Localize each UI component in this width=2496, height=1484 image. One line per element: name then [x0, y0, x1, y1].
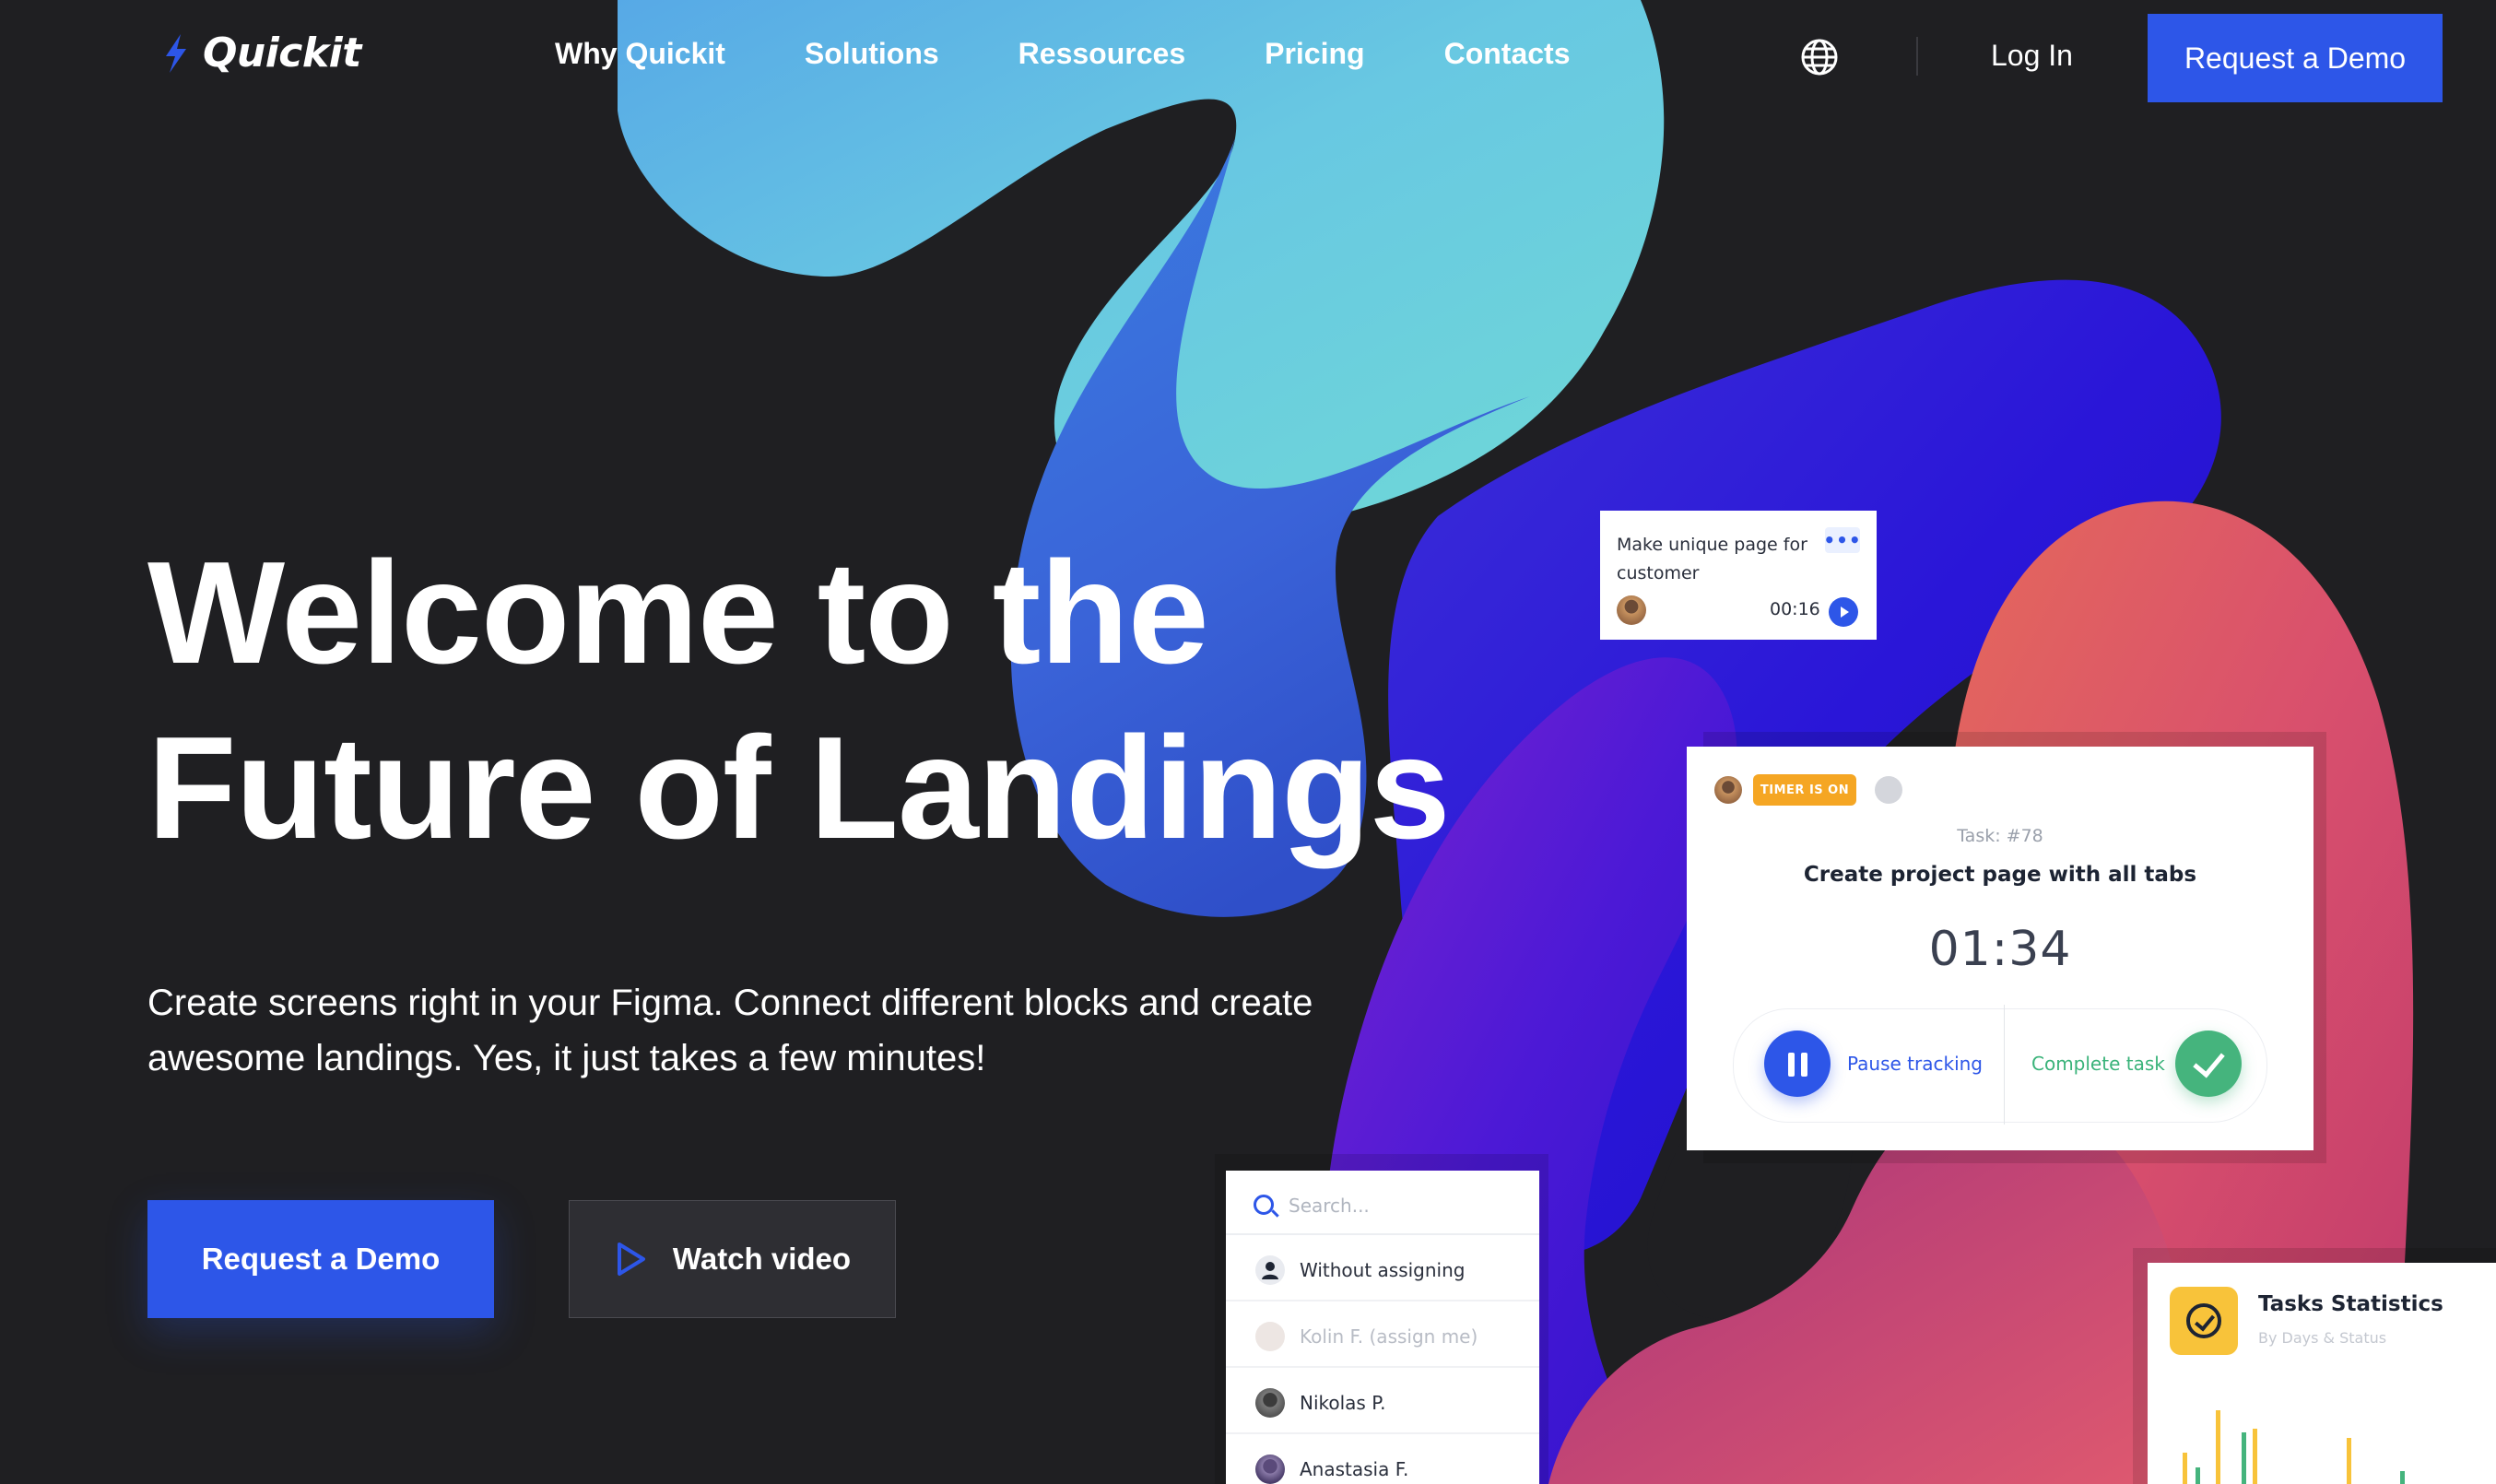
- chart-bar: [2253, 1429, 2257, 1484]
- list-item-label: Kolin F. (assign me): [1300, 1325, 1478, 1348]
- header-request-demo-button[interactable]: Request a Demo: [2148, 14, 2443, 102]
- nav-link-contacts[interactable]: Contacts: [1444, 37, 1571, 71]
- timer-status-badge: TIMER IS ON: [1753, 774, 1856, 806]
- controls-divider: [2004, 1005, 2005, 1125]
- list-item[interactable]: Kolin F. (assign me): [1226, 1301, 1539, 1368]
- task-title: Create project page with all tabs: [1803, 863, 2197, 887]
- timer-display: 01:34: [1928, 922, 2072, 977]
- chart-bar: [2347, 1438, 2351, 1484]
- hero-subtitle: Create screens right in your Figma. Conn…: [147, 975, 1419, 1086]
- brand-logo[interactable]: Quickit: [162, 29, 361, 77]
- avatar-placeholder: [1875, 776, 1902, 804]
- hero-title: Welcome to the Future of Landings: [147, 525, 1622, 876]
- search-placeholder: Search...: [1289, 1195, 1370, 1217]
- avatar: [1255, 1322, 1285, 1351]
- avatar: [1255, 1455, 1285, 1484]
- more-options-icon[interactable]: •••: [1823, 527, 1861, 553]
- checkmark-icon[interactable]: [2175, 1031, 2242, 1097]
- watch-video-label: Watch video: [672, 1242, 852, 1276]
- landing-page: Quickit Why Quickit Solutions Ressources…: [0, 0, 2496, 1484]
- list-item[interactable]: Nikolas P.: [1226, 1368, 1539, 1434]
- nav-link-solutions[interactable]: Solutions: [805, 37, 939, 71]
- task-mini-time: 00:16: [1770, 599, 1820, 619]
- hero-request-demo-button[interactable]: Request a Demo: [147, 1200, 494, 1318]
- hero-title-line-1: Welcome to the: [147, 532, 1209, 694]
- mini-bar-chart: [2183, 1410, 2405, 1484]
- main-nav: Why Quickit Solutions Ressources Pricing…: [555, 37, 1570, 71]
- task-number: Task: #78: [1957, 826, 2043, 846]
- nav-link-pricing[interactable]: Pricing: [1265, 37, 1364, 71]
- hero-subtitle-line-1: Create screens right in your Figma. Conn…: [147, 983, 1313, 1023]
- avatar: [1617, 595, 1646, 625]
- check-circle-icon: [2170, 1287, 2238, 1355]
- complete-task-label[interactable]: Complete task: [2031, 1053, 2165, 1075]
- list-item[interactable]: Without assigning: [1226, 1235, 1539, 1301]
- hero-subtitle-line-2: awesome landings. Yes, it just takes a f…: [147, 1038, 986, 1078]
- globe-icon[interactable]: [1799, 37, 1840, 77]
- nav-link-ressources[interactable]: Ressources: [1018, 37, 1185, 71]
- stats-subtitle: By Days & Status: [2258, 1329, 2387, 1347]
- nav-link-why-quickit[interactable]: Why Quickit: [555, 37, 725, 71]
- list-item-label: Without assigning: [1300, 1259, 1466, 1281]
- chart-bar: [2216, 1410, 2220, 1484]
- chart-bar: [2242, 1432, 2246, 1484]
- stats-title: Tasks Statistics: [2258, 1292, 2443, 1316]
- chart-bar: [2183, 1453, 2187, 1484]
- assignee-dropdown-card: Search... Without assigning Kolin F. (as…: [1226, 1171, 1539, 1484]
- task-mini-title: Make unique page for customer: [1617, 535, 1807, 583]
- hero-title-line-2: Future of Landings: [147, 707, 1451, 869]
- timer-card: TIMER IS ON Task: #78 Create project pag…: [1687, 747, 2314, 1150]
- pause-tracking-label[interactable]: Pause tracking: [1847, 1053, 1983, 1075]
- play-tracking-icon[interactable]: [1829, 597, 1858, 627]
- avatar: [1714, 776, 1742, 804]
- play-icon: [617, 1243, 645, 1276]
- user-icon: [1255, 1255, 1285, 1285]
- chart-bar: [2400, 1471, 2405, 1484]
- lightning-bolt-icon: [166, 33, 186, 73]
- brand-name: Quickit: [203, 29, 361, 77]
- tasks-statistics-card: Tasks Statistics By Days & Status: [2148, 1263, 2496, 1484]
- login-link[interactable]: Log In: [1991, 39, 2073, 73]
- person-icon: [1262, 1262, 1278, 1279]
- list-item-label: Anastasia F.: [1300, 1458, 1409, 1480]
- watch-video-button[interactable]: Watch video: [569, 1200, 896, 1318]
- assignee-search-field[interactable]: Search...: [1226, 1171, 1539, 1235]
- pause-icon[interactable]: [1764, 1031, 1831, 1097]
- header-divider: [1916, 37, 1918, 76]
- task-mini-card: Make unique page for customer ••• 00:16: [1600, 511, 1877, 640]
- avatar: [1255, 1388, 1285, 1418]
- chart-bar: [2196, 1467, 2200, 1484]
- list-item[interactable]: Anastasia F.: [1226, 1434, 1539, 1484]
- search-icon: [1254, 1195, 1274, 1215]
- top-navigation-bar: Quickit Why Quickit Solutions Ressources…: [0, 0, 2496, 114]
- list-item-label: Nikolas P.: [1300, 1392, 1386, 1414]
